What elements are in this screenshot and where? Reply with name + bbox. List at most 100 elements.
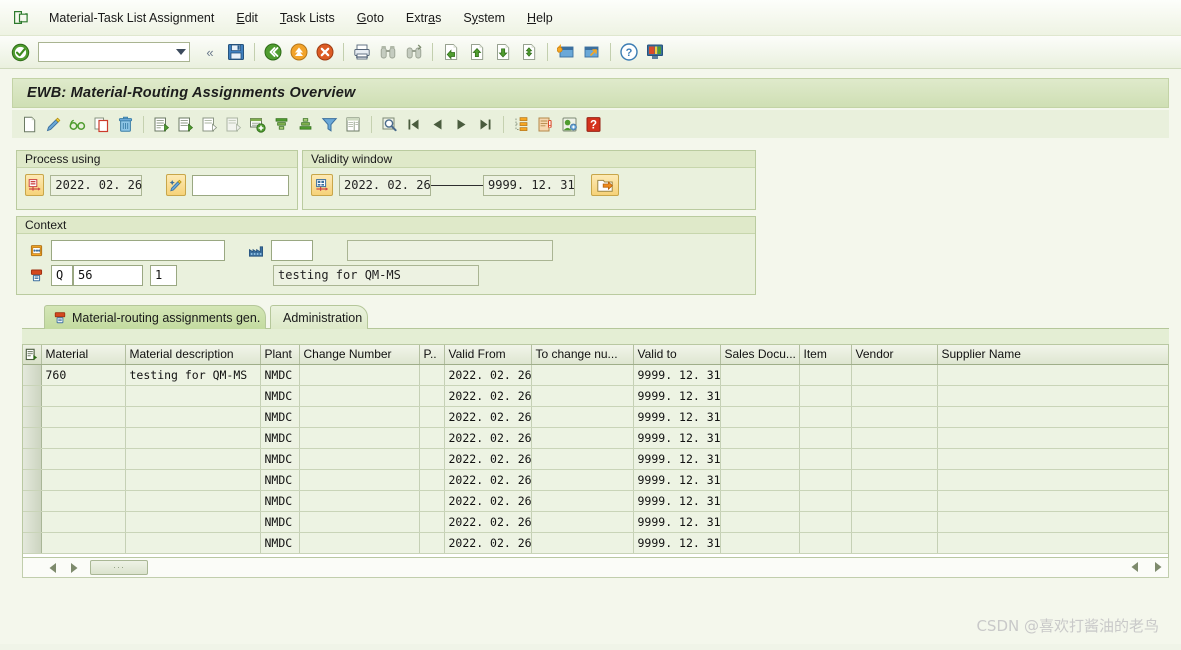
- cell-p[interactable]: [419, 511, 445, 533]
- cell-supplier_name[interactable]: [937, 427, 1168, 449]
- table-row[interactable]: NMDC 2022. 02. 26 9999. 12. 31: [23, 385, 1168, 407]
- first-page-icon[interactable]: [439, 40, 463, 64]
- cell-supplier_name[interactable]: [937, 469, 1168, 491]
- menu-item-material-task-list-assignment[interactable]: Material-Task List Assignment: [38, 8, 225, 28]
- task-list-group-field[interactable]: 56: [73, 264, 143, 286]
- column-header-sales_doc[interactable]: Sales Docu...: [720, 345, 800, 365]
- valid-to-field[interactable]: 9999. 12. 31: [483, 174, 575, 196]
- command-input[interactable]: [39, 44, 173, 60]
- cancel-icon[interactable]: [313, 40, 337, 64]
- cell-change_number[interactable]: [299, 532, 420, 554]
- cell-item[interactable]: [799, 364, 852, 386]
- cell-p[interactable]: [419, 469, 445, 491]
- cell-item[interactable]: [799, 490, 852, 512]
- menu-item-extras[interactable]: Extras: [395, 8, 452, 28]
- cell-p[interactable]: [419, 427, 445, 449]
- menu-item-system[interactable]: System: [452, 8, 516, 28]
- cell-plant[interactable]: NMDC: [260, 427, 300, 449]
- cell-sales_doc[interactable]: [720, 406, 800, 428]
- column-header-item[interactable]: Item: [799, 345, 852, 365]
- cell-plant[interactable]: NMDC: [260, 385, 300, 407]
- cell-item[interactable]: [799, 385, 852, 407]
- change-number-field[interactable]: [191, 174, 289, 196]
- table-row[interactable]: 760 testing for QM-MS NMDC 2022. 02. 26 9999…: [23, 364, 1168, 386]
- cell-description[interactable]: [125, 532, 261, 554]
- cell-description[interactable]: [125, 490, 261, 512]
- open-folder-arrow-icon[interactable]: [591, 174, 619, 196]
- cell-item[interactable]: [799, 406, 852, 428]
- menu-item-edit[interactable]: Edit: [225, 8, 269, 28]
- cell-vendor[interactable]: [851, 427, 938, 449]
- find-next-icon[interactable]: [402, 40, 426, 64]
- material-field[interactable]: [51, 239, 225, 261]
- cell-valid_to[interactable]: 9999. 12. 31: [633, 427, 721, 449]
- cell-description[interactable]: [125, 511, 261, 533]
- cell-plant[interactable]: NMDC: [260, 364, 300, 386]
- cell-valid_to[interactable]: 9999. 12. 31: [633, 490, 721, 512]
- cell-vendor[interactable]: [851, 511, 938, 533]
- page-right-icon[interactable]: [1149, 559, 1166, 575]
- detail-list-icon[interactable]: [150, 113, 173, 136]
- cell-valid_from[interactable]: 2022. 02. 26: [444, 490, 532, 512]
- select-all-icon[interactable]: [23, 345, 42, 365]
- help-icon[interactable]: ?: [617, 40, 641, 64]
- row-selector[interactable]: [23, 385, 42, 407]
- detail-list-3-icon[interactable]: [198, 113, 221, 136]
- cell-valid_to[interactable]: 9999. 12. 31: [633, 406, 721, 428]
- column-header-material[interactable]: Material: [41, 345, 126, 365]
- plant-field[interactable]: [271, 239, 313, 261]
- row-selector[interactable]: [23, 448, 42, 470]
- cell-sales_doc[interactable]: [720, 490, 800, 512]
- cell-change_number[interactable]: [299, 469, 420, 491]
- cell-sales_doc[interactable]: [720, 427, 800, 449]
- edit-pencil-icon[interactable]: [42, 113, 65, 136]
- task-list-counter-field[interactable]: 1: [150, 264, 177, 286]
- previous-record-icon[interactable]: [426, 113, 449, 136]
- cell-p[interactable]: [419, 490, 445, 512]
- cell-supplier_name[interactable]: [937, 448, 1168, 470]
- customize-layout-icon[interactable]: [643, 40, 667, 64]
- cell-sales_doc[interactable]: [720, 532, 800, 554]
- back-icon[interactable]: [261, 40, 285, 64]
- cell-item[interactable]: [799, 532, 852, 554]
- cell-material[interactable]: [41, 511, 126, 533]
- row-selector[interactable]: [23, 469, 42, 491]
- cell-vendor[interactable]: [851, 448, 938, 470]
- row-selector[interactable]: [23, 427, 42, 449]
- cell-vendor[interactable]: [851, 490, 938, 512]
- cell-item[interactable]: [799, 427, 852, 449]
- tab-material-routing-assignments-gen[interactable]: Material-routing assignments gen.: [44, 305, 266, 329]
- cell-sales_doc[interactable]: [720, 511, 800, 533]
- cell-description[interactable]: [125, 469, 261, 491]
- change-number-icon[interactable]: [166, 174, 186, 196]
- scroll-thumb[interactable]: ···: [90, 560, 148, 575]
- cell-description[interactable]: [125, 385, 261, 407]
- cell-supplier_name[interactable]: [937, 406, 1168, 428]
- column-header-to_change_nu[interactable]: To change nu...: [531, 345, 634, 365]
- cell-valid_from[interactable]: 2022. 02. 26: [444, 427, 532, 449]
- cell-supplier_name[interactable]: [937, 385, 1168, 407]
- next-page-icon[interactable]: [491, 40, 515, 64]
- table-row[interactable]: NMDC 2022. 02. 26 9999. 12. 31: [23, 448, 1168, 470]
- cell-supplier_name[interactable]: [937, 532, 1168, 554]
- cell-valid_to[interactable]: 9999. 12. 31: [633, 511, 721, 533]
- cell-to_change_nu[interactable]: [531, 532, 634, 554]
- column-header-valid_from[interactable]: Valid From: [444, 345, 532, 365]
- cell-valid_to[interactable]: 9999. 12. 31: [633, 448, 721, 470]
- cell-material[interactable]: [41, 385, 126, 407]
- cell-valid_from[interactable]: 2022. 02. 26: [444, 469, 532, 491]
- cell-to_change_nu[interactable]: [531, 364, 634, 386]
- cell-material[interactable]: [41, 469, 126, 491]
- column-header-change_number[interactable]: Change Number: [299, 345, 420, 365]
- cell-p[interactable]: [419, 364, 445, 386]
- cell-supplier_name[interactable]: [937, 364, 1168, 386]
- delete-trash-icon[interactable]: [114, 113, 137, 136]
- cell-sales_doc[interactable]: [720, 469, 800, 491]
- cell-p[interactable]: [419, 532, 445, 554]
- structure-icon[interactable]: [510, 113, 533, 136]
- object-info-icon[interactable]: [558, 113, 581, 136]
- system-menu-icon[interactable]: [4, 6, 38, 30]
- copy-icon[interactable]: [90, 113, 113, 136]
- cell-valid_to[interactable]: 9999. 12. 31: [633, 385, 721, 407]
- column-header-vendor[interactable]: Vendor: [851, 345, 938, 365]
